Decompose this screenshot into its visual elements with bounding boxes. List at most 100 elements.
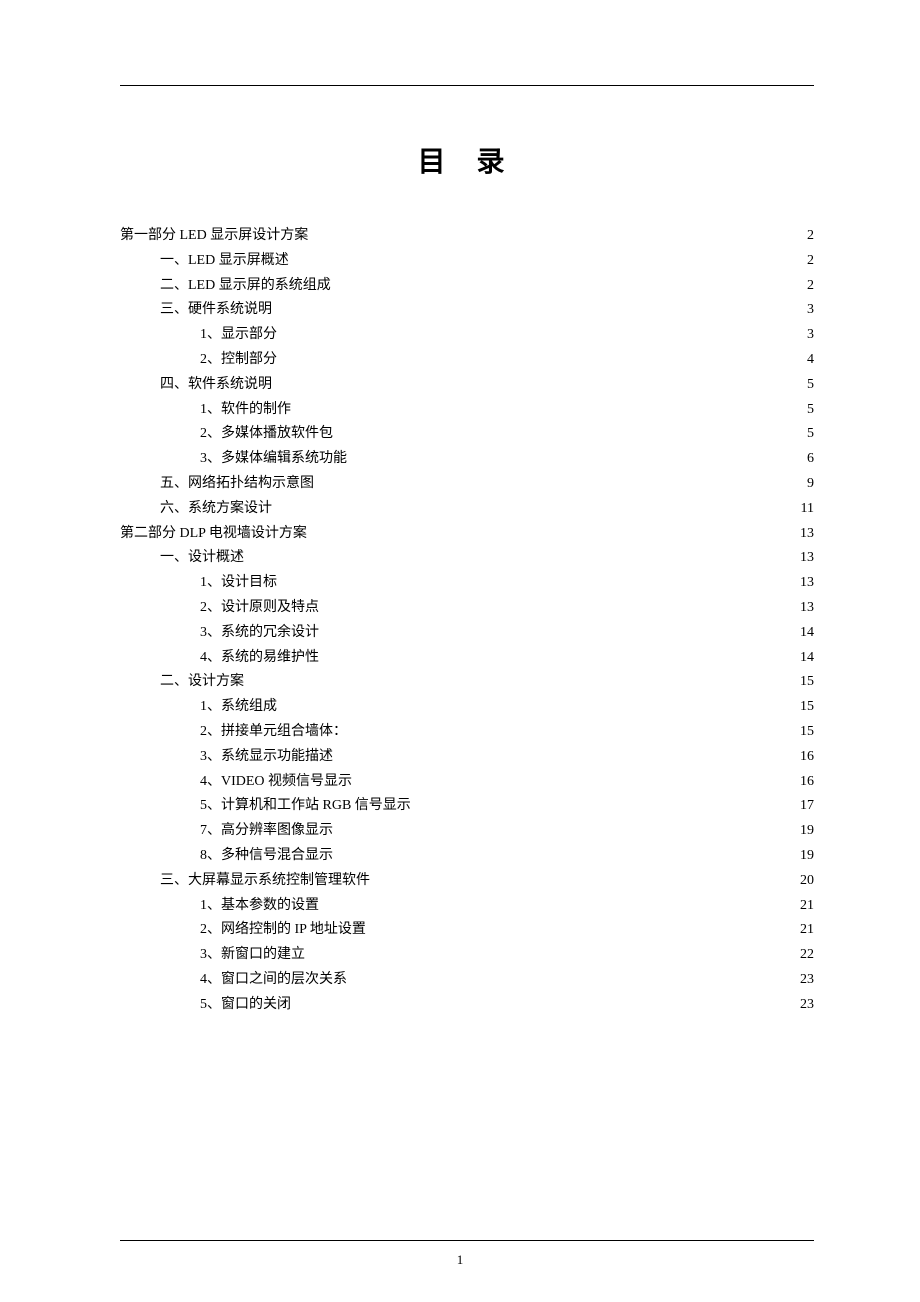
toc-entry[interactable]: 4、窗口之间的层次关系 23 [120,968,814,993]
toc-entry-label: 2、控制部分 [200,348,277,373]
toc-entry-label: 1、软件的制作 [200,398,291,423]
page-number: 1 [0,1252,920,1268]
toc-entry-label: 4、系统的易维护性 [200,646,319,671]
toc-entry-label: 5、窗口的关闭 [200,993,291,1018]
toc-entry-label: 4、窗口之间的层次关系 [200,968,347,993]
toc-entry-page: 21 [798,894,814,919]
toc-entry-label: 1、系统组成 [200,695,277,720]
toc-entry[interactable]: 一、设计概述 13 [120,546,814,571]
toc-entry-label: 六、系统方案设计 [160,497,272,522]
toc-entry-page: 14 [798,621,814,646]
toc-entry[interactable]: 六、系统方案设计 11 [120,497,814,522]
toc-entry-page: 13 [798,522,814,547]
toc-entry-label: 五、网络拓扑结构示意图 [160,472,314,497]
toc-entry-label: 二、设计方案 [160,670,244,695]
toc-entry-page: 16 [798,770,814,795]
toc-entry-page: 6 [805,447,814,472]
toc-entry-page: 5 [805,373,814,398]
toc-entry-label: 1、基本参数的设置 [200,894,319,919]
toc-entry[interactable]: 1、软件的制作 5 [120,398,814,423]
toc-entry-page: 9 [805,472,814,497]
toc-entry-label: 2、拼接单元组合墙体： [200,720,347,745]
toc-entry[interactable]: 四、软件系统说明 5 [120,373,814,398]
toc-entry-page: 23 [798,968,814,993]
toc-entry-page: 20 [798,869,814,894]
toc-entry-label: 3、新窗口的建立 [200,943,305,968]
toc-entry-page: 3 [805,298,814,323]
toc-entry[interactable]: 7、高分辨率图像显示 19 [120,819,814,844]
toc-entry[interactable]: 五、网络拓扑结构示意图 9 [120,472,814,497]
toc-entry-label: 7、高分辨率图像显示 [200,819,333,844]
toc-entry[interactable]: 第二部分 DLP 电视墙设计方案 13 [120,522,814,547]
toc-entry[interactable]: 2、网络控制的 IP 地址设置 21 [120,918,814,943]
toc-entry[interactable]: 1、显示部分 3 [120,323,814,348]
toc-entry-label: 一、设计概述 [160,546,244,571]
toc-entry[interactable]: 5、计算机和工作站 RGB 信号显示 17 [120,794,814,819]
toc-entry-label: 2、设计原则及特点 [200,596,319,621]
toc-entry[interactable]: 2、多媒体播放软件包 5 [120,422,814,447]
toc-entry-label: 1、显示部分 [200,323,277,348]
toc-entry-page: 4 [805,348,814,373]
toc-entry-label: 3、系统显示功能描述 [200,745,333,770]
toc-entry[interactable]: 3、多媒体编辑系统功能 6 [120,447,814,472]
toc-entry[interactable]: 2、拼接单元组合墙体：15 [120,720,814,745]
toc-entry-label: 二、LED 显示屏的系统组成 [160,274,331,299]
toc-entry-page: 2 [805,249,814,274]
toc-entry[interactable]: 3、系统显示功能描述 16 [120,745,814,770]
toc-entry-page: 13 [798,596,814,621]
toc-entry-page: 16 [798,745,814,770]
toc-entry[interactable]: 三、大屏幕显示系统控制管理软件 20 [120,869,814,894]
toc-entry-page: 17 [798,794,814,819]
toc-entry-label: 三、硬件系统说明 [160,298,272,323]
toc-entry-page: 15 [798,695,814,720]
toc-entry-label: 8、多种信号混合显示 [200,844,333,869]
toc-entry-label: 第二部分 DLP 电视墙设计方案 [120,522,307,547]
toc-entry[interactable]: 2、控制部分 4 [120,348,814,373]
page-title: 目 录 [120,140,814,180]
toc-entry[interactable]: 1、系统组成 15 [120,695,814,720]
toc-entry-page: 21 [798,918,814,943]
toc-entry-label: 1、设计目标 [200,571,277,596]
toc-entry-page: 13 [798,546,814,571]
table-of-contents: 第一部分 LED 显示屏设计方案2一、LED 显示屏概述2二、LED 显示屏的系… [120,224,814,1018]
toc-entry[interactable]: 8、多种信号混合显示 19 [120,844,814,869]
toc-entry-page: 19 [798,844,814,869]
toc-entry-page: 5 [805,398,814,423]
toc-entry[interactable]: 3、新窗口的建立 22 [120,943,814,968]
toc-entry[interactable]: 三、硬件系统说明 3 [120,298,814,323]
toc-entry[interactable]: 4、系统的易维护性 14 [120,646,814,671]
toc-entry-page: 19 [798,819,814,844]
toc-entry-page: 23 [798,993,814,1018]
toc-entry-label: 2、网络控制的 IP 地址设置 [200,918,366,943]
toc-entry-page: 2 [805,274,814,299]
toc-entry-page: 13 [798,571,814,596]
toc-entry-page: 11 [799,497,814,522]
toc-entry[interactable]: 4、VIDEO 视频信号显示 16 [120,770,814,795]
toc-entry-page: 5 [805,422,814,447]
toc-entry-label: 3、系统的冗余设计 [200,621,319,646]
footer-rule [120,1240,814,1241]
toc-entry-label: 四、软件系统说明 [160,373,272,398]
toc-entry[interactable]: 1、基本参数的设置 21 [120,894,814,919]
page-container: 目 录 第一部分 LED 显示屏设计方案2一、LED 显示屏概述2二、LED 显… [120,80,814,1242]
toc-entry[interactable]: 2、设计原则及特点 13 [120,596,814,621]
toc-entry-page: 22 [798,943,814,968]
toc-entry[interactable]: 第一部分 LED 显示屏设计方案 2 [120,224,814,249]
toc-entry-label: 三、大屏幕显示系统控制管理软件 [160,869,370,894]
toc-entry-page: 2 [805,224,814,249]
toc-entry-label: 2、多媒体播放软件包 [200,422,333,447]
toc-entry-page: 14 [798,646,814,671]
toc-entry[interactable]: 一、LED 显示屏概述 2 [120,249,814,274]
toc-entry[interactable]: 5、窗口的关闭 23 [120,993,814,1018]
toc-entry-label: 第一部分 LED 显示屏设计方案 [120,224,308,249]
toc-entry[interactable]: 二、LED 显示屏的系统组成 2 [120,274,814,299]
toc-entry-page: 3 [805,323,814,348]
toc-entry-label: 5、计算机和工作站 RGB 信号显示 [200,794,411,819]
toc-entry[interactable]: 二、设计方案 15 [120,670,814,695]
toc-entry[interactable]: 1、设计目标 13 [120,571,814,596]
toc-entry-label: 3、多媒体编辑系统功能 [200,447,347,472]
toc-entry-page: 15 [798,670,814,695]
toc-entry[interactable]: 3、系统的冗余设计 14 [120,621,814,646]
toc-entry-label: 一、LED 显示屏概述 [160,249,289,274]
toc-entry-label: 4、VIDEO 视频信号显示 [200,770,352,795]
